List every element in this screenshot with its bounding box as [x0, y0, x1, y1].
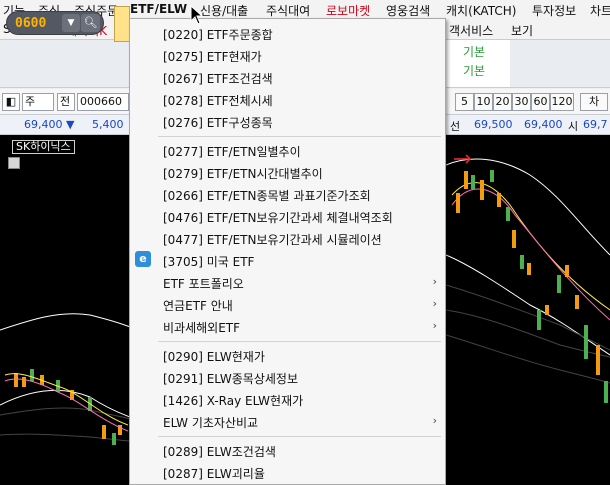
menu-item-3705[interactable]: [3705] 미국 ETF	[163, 253, 254, 270]
menu-item-0276[interactable]: [0276] ETF구성종목	[163, 114, 273, 131]
menu-item-0277[interactable]: [0277] ETF/ETN일별추이	[163, 143, 301, 160]
menu-customer-service[interactable]: 객서비스	[449, 22, 493, 39]
ma-line-right	[451, 182, 610, 311]
current-price: 69,400	[24, 118, 63, 131]
menu-item-0278[interactable]: [0278] ETF전체시세	[163, 92, 273, 109]
menu-item-0291[interactable]: [0291] ELW종목상세정보	[163, 370, 298, 387]
menu-credit-loan[interactable]: 신용/대출	[200, 2, 248, 19]
menu-hero-search[interactable]: 영웅검색	[386, 2, 430, 19]
stock-code-selector[interactable]: 0600 ▼ 🔍︎	[6, 11, 104, 35]
period-button-5[interactable]: 5	[455, 93, 474, 111]
band-gray-left-2	[0, 433, 131, 442]
menu-stock-lending[interactable]: 주식대여	[266, 2, 310, 19]
grid-icon[interactable]	[8, 157, 20, 169]
etf-elw-dropdown-menu: [0220] ETF주문종합 [0275] ETF현재가 [0267] ETF조…	[129, 18, 446, 485]
price-label: 선	[450, 120, 461, 133]
menu-separator	[158, 136, 441, 137]
period-button-60[interactable]: 60	[531, 93, 550, 111]
menu-item-tax-free-overseas-etf[interactable]: 비과세해외ETF	[163, 319, 240, 336]
submenu-arrow-icon: ›	[432, 319, 437, 332]
market-select[interactable]: 주	[22, 93, 54, 111]
submenu-arrow-icon: ›	[432, 297, 437, 310]
menu-item-0476[interactable]: [0476] ETF/ETN보유기간과세 체결내역조회	[163, 209, 393, 226]
basic-label-2: 기본	[463, 64, 486, 78]
menu-item-0290[interactable]: [0290] ELW현재가	[163, 348, 265, 365]
menu-item-0279[interactable]: [0279] ETF/ETN시간대별추이	[163, 165, 323, 182]
high-price: 69,400	[524, 118, 563, 131]
close-label: 시	[568, 120, 579, 133]
band-lower-left	[0, 389, 131, 418]
menu-item-0287[interactable]: [0287] ELW괴리율	[163, 465, 265, 482]
period-button-30[interactable]: 30	[512, 93, 531, 111]
chart-stock-name: SK하이닉스	[12, 140, 75, 154]
down-arrow-icon: ▼	[66, 118, 75, 131]
close-price: 69,7	[583, 118, 608, 131]
period-button-10[interactable]: 10	[474, 93, 493, 111]
menu-katch[interactable]: 캐치(KATCH)	[446, 2, 516, 19]
menu-chart[interactable]: 차트	[590, 2, 610, 19]
period-button-20[interactable]: 20	[493, 93, 512, 111]
search-icon[interactable]: 🔍︎	[81, 14, 100, 32]
period-button-120[interactable]: 120	[550, 93, 574, 111]
price-change: 5,400	[92, 118, 124, 131]
chart-type-button[interactable]: 차	[580, 93, 608, 111]
menu-item-0266[interactable]: [0266] ETF/ETN종목별 과표기준가조회	[163, 187, 371, 204]
menu-item-0275[interactable]: [0275] ETF현재가	[163, 48, 262, 65]
candles-right	[456, 170, 608, 403]
basic-settings-box[interactable]: 기본 기본	[440, 40, 510, 87]
open-price: 69,500	[474, 118, 513, 131]
stock-code-input[interactable]: 000660	[77, 93, 129, 111]
mouse-cursor-icon	[190, 5, 204, 25]
stock-code-value: 0600	[15, 16, 47, 31]
browser-icon: e	[135, 251, 151, 267]
folder-icon[interactable]	[114, 6, 130, 42]
submenu-arrow-icon: ›	[432, 414, 437, 427]
menu-item-pension-etf[interactable]: 연금ETF 안내	[163, 297, 233, 314]
basic-label-1: 기본	[463, 45, 486, 59]
ma-line-right-2	[451, 188, 610, 321]
panel-toggle-icon[interactable]: ◧	[2, 93, 20, 111]
menu-item-0477[interactable]: [0477] ETF/ETN보유기간과세 시뮬레이션	[163, 231, 382, 248]
submenu-arrow-icon: ›	[432, 275, 437, 288]
menu-item-0267[interactable]: [0267] ETF조건검색	[163, 70, 273, 87]
menu-item-0220[interactable]: [0220] ETF주문종합	[163, 26, 273, 43]
band-upper-right	[445, 158, 610, 256]
menu-item-elw-underlying-compare[interactable]: ELW 기초자산비교	[163, 414, 258, 431]
menu-view[interactable]: 보기	[511, 22, 533, 39]
menu-item-0289[interactable]: [0289] ELW조건검색	[163, 443, 276, 460]
menu-robo-market[interactable]: 로보마켓	[326, 2, 370, 19]
menu-separator	[158, 341, 441, 342]
chevron-down-icon[interactable]: ▼	[62, 14, 80, 32]
menu-item-etf-portfolio[interactable]: ETF 포트폴리오	[163, 275, 244, 292]
menu-invest-info[interactable]: 투자정보	[532, 2, 576, 19]
band-gray-left	[0, 407, 131, 420]
menu-item-1426[interactable]: [1426] X-Ray ELW현재가	[163, 392, 303, 409]
menu-separator	[158, 436, 441, 437]
type-select[interactable]: 전	[57, 93, 75, 111]
band-upper-left	[0, 313, 131, 331]
menu-etf-elw[interactable]: ETF/ELW	[130, 2, 187, 16]
